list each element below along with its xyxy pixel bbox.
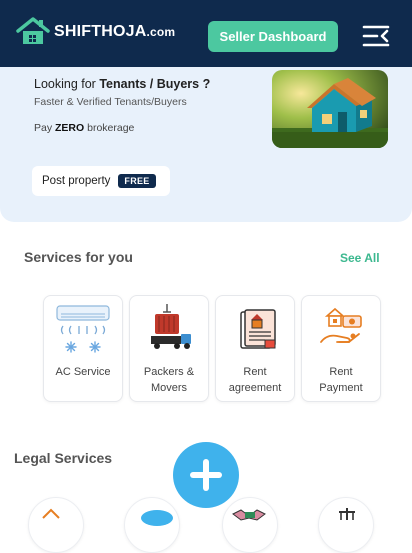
plus-icon	[190, 459, 222, 491]
agreement-icon	[240, 309, 276, 349]
hero-title-prefix: Looking for	[34, 77, 100, 91]
house-photo	[272, 70, 388, 148]
service-card-ac[interactable]: AC Service	[43, 295, 123, 402]
legal-item-cloud[interactable]	[124, 497, 180, 553]
service-label: Rent agreement	[216, 364, 294, 396]
post-property-button[interactable]: Post property FREE	[32, 166, 170, 196]
legal-item-house[interactable]	[28, 497, 84, 553]
services-title: Services for you	[24, 249, 133, 265]
hero-brokerage-note: Pay ZERO brokerage	[34, 122, 134, 134]
hero-subtitle: Faster & Verified Tenants/Buyers	[34, 96, 187, 108]
seller-dashboard-button[interactable]: Seller Dashboard	[208, 21, 338, 52]
cloud-icon	[141, 510, 173, 526]
ac-service-icon	[56, 305, 110, 353]
truck-icon	[151, 304, 191, 349]
service-label-line1: Rent	[243, 366, 267, 378]
hero-title: Looking for Tenants / Buyers ?	[34, 77, 210, 91]
service-label-line2: Movers	[150, 382, 188, 394]
see-all-link[interactable]: See All	[340, 251, 380, 265]
service-label-line1: Rent	[329, 366, 353, 378]
rent-payment-icon	[320, 307, 362, 343]
legal-item-document[interactable]	[222, 497, 278, 553]
service-label-line1: AC Service	[55, 366, 111, 378]
house-icon	[42, 508, 60, 519]
service-label-line2: Payment	[319, 382, 363, 394]
service-label: Packers & Movers	[130, 364, 208, 396]
legal-services-title: Legal Services	[14, 450, 113, 466]
hero-title-bold: Tenants / Buyers ?	[99, 77, 211, 91]
house-logo-icon	[16, 17, 50, 44]
hero-banner: Looking for Tenants / Buyers ? Faster & …	[0, 67, 412, 222]
service-label: Rent Payment	[302, 364, 380, 396]
service-card-packers[interactable]: Packers & Movers	[129, 295, 209, 402]
document-icon	[232, 509, 266, 521]
pay-prefix: Pay	[34, 122, 56, 134]
shifthoja-logo[interactable]: SHIFTHOJA.com	[16, 17, 175, 47]
service-label: AC Service	[44, 364, 122, 380]
service-card-rent-payment[interactable]: Rent Payment	[301, 295, 381, 402]
pay-zero: ZERO	[55, 122, 85, 134]
free-badge: FREE	[118, 174, 156, 188]
top-header: SHIFTHOJA.com Seller Dashboard	[0, 0, 412, 67]
pay-suffix: brokerage	[84, 122, 135, 134]
logo-domain: .com	[146, 25, 176, 39]
add-fab-button[interactable]	[173, 442, 239, 508]
post-property-label: Post property	[42, 175, 111, 187]
service-card-rent-agreement[interactable]: Rent agreement	[215, 295, 295, 402]
scale-icon	[339, 508, 355, 520]
legal-item-scale[interactable]	[318, 497, 374, 553]
menu-collapse-icon[interactable]	[362, 24, 390, 48]
logo-text: SHIFTHOJA	[54, 23, 147, 40]
service-label-line1: Packers &	[143, 366, 195, 378]
service-label-line2: agreement	[228, 382, 282, 394]
